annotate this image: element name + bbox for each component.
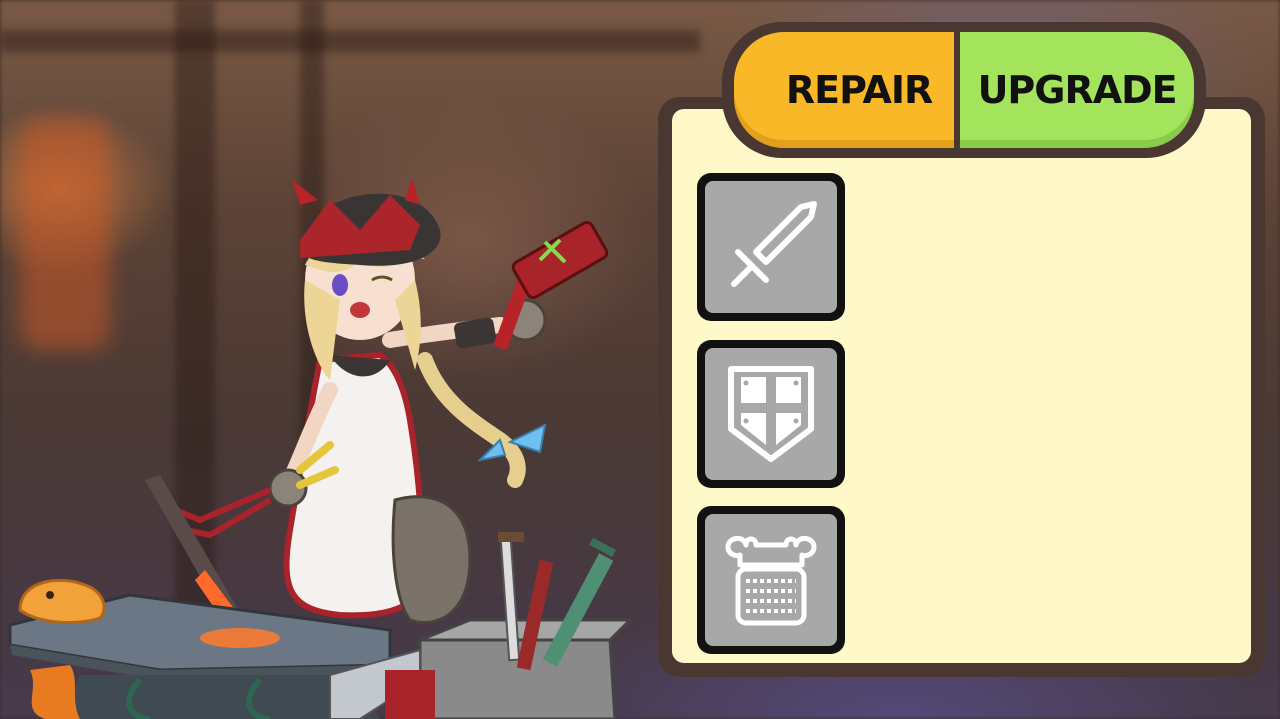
equipment-panel — [658, 97, 1265, 677]
background-beam — [0, 30, 700, 52]
sword-icon — [731, 201, 817, 287]
mode-tabs: REPAIR UPGRADE — [722, 22, 1206, 158]
armor-slot[interactable] — [697, 506, 845, 654]
tab-repair[interactable]: REPAIR — [734, 32, 955, 148]
weapon-slot[interactable] — [697, 173, 845, 321]
blacksmith-character-illustration — [0, 170, 640, 719]
equipment-panel-body — [672, 109, 1251, 663]
armor-slot-face — [705, 514, 837, 646]
weapon-slot-face — [705, 181, 837, 313]
armor-icon — [725, 536, 817, 626]
shield-slot-face — [705, 348, 837, 480]
shield-icon — [728, 366, 814, 462]
shield-slot[interactable] — [697, 340, 845, 488]
tab-upgrade[interactable]: UPGRADE — [960, 32, 1194, 148]
